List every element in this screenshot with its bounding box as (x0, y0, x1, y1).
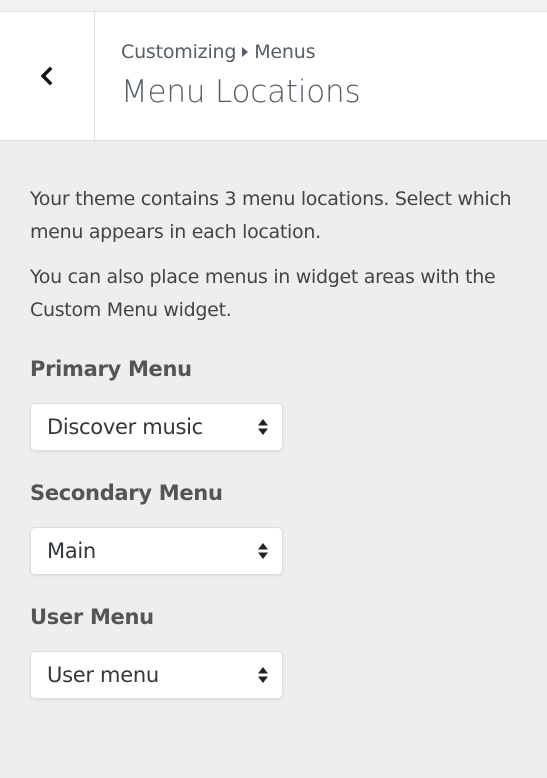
user-menu-select[interactable]: User menu (30, 651, 283, 699)
secondary-menu-label: Secondary Menu (30, 481, 223, 505)
back-button[interactable] (0, 12, 95, 140)
primary-menu-label: Primary Menu (30, 357, 192, 381)
intro-text: Your theme contains 3 menu locations. Se… (30, 188, 512, 243)
up-down-arrows-icon (258, 543, 268, 559)
panel-header: Customizing Menus Menu Locations (0, 12, 547, 141)
page-title: Menu Locations (121, 74, 361, 110)
widget-hint-text: You can also place menus in widget areas… (30, 266, 496, 321)
user-menu-label: User Menu (30, 605, 154, 629)
triangle-right-icon (242, 47, 249, 57)
up-down-arrows-icon (258, 667, 268, 683)
title-block: Customizing Menus Menu Locations (121, 40, 361, 112)
user-menu-selected-value: User menu (47, 663, 159, 687)
primary-menu-selected-value: Discover music (47, 415, 203, 439)
secondary-menu-selected-value: Main (47, 539, 96, 563)
breadcrumb: Customizing Menus (121, 40, 360, 64)
top-edge-strip (0, 0, 547, 12)
secondary-menu-select[interactable]: Main (30, 527, 283, 575)
up-down-arrows-icon (258, 419, 268, 435)
menu-locations-content: Your theme contains 3 menu locations. Se… (30, 183, 530, 699)
breadcrumb-root: Customizing (121, 41, 237, 63)
primary-menu-select[interactable]: Discover music (30, 403, 283, 451)
breadcrumb-current: Menus (254, 41, 316, 63)
chevron-left-icon (40, 66, 53, 86)
